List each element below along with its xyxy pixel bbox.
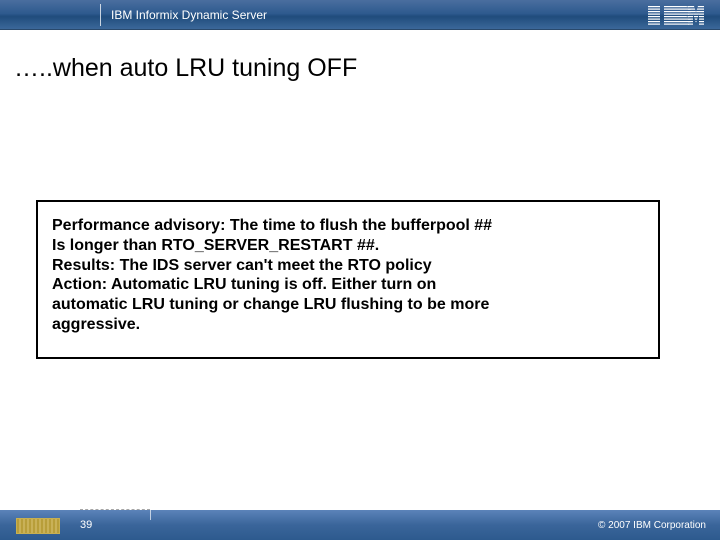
advisory-line: aggressive. (52, 315, 644, 335)
header-title-group: IBM Informix Dynamic Server (100, 0, 267, 30)
advisory-line: automatic LRU tuning or change LRU flush… (52, 295, 644, 315)
advisory-text: Performance advisory: The time to flush … (52, 216, 644, 335)
advisory-line: Action: Automatic LRU tuning is off. Eit… (52, 275, 644, 295)
header-bar: IBM Informix Dynamic Server (0, 0, 720, 30)
footer-bar: 39 © 2007 IBM Corporation (0, 510, 720, 540)
advisory-line: Performance advisory: The time to flush … (52, 216, 644, 236)
footer-divider (150, 502, 151, 520)
ibm-logo-icon (648, 6, 704, 26)
footer-copyright: © 2007 IBM Corporation (598, 510, 706, 540)
page-number: 39 (80, 510, 92, 540)
slide-title: …..when auto LRU tuning OFF (14, 54, 357, 83)
advisory-line: Results: The IDS server can't meet the R… (52, 256, 644, 276)
advisory-box: Performance advisory: The time to flush … (36, 200, 660, 359)
footer-swatch-icon (16, 518, 60, 534)
advisory-line: Is longer than RTO_SERVER_RESTART ##. (52, 236, 644, 256)
header-divider (100, 4, 101, 26)
header-product-title: IBM Informix Dynamic Server (111, 0, 267, 30)
